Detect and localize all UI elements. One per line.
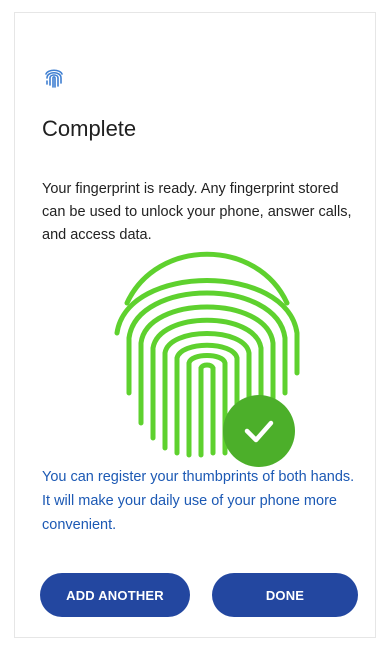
checkmark-icon <box>244 420 274 443</box>
done-button[interactable]: DONE <box>212 573 358 617</box>
add-another-button[interactable]: ADD ANOTHER <box>40 573 190 617</box>
thumbprint-hint: You can register your thumbprints of bot… <box>42 469 355 533</box>
enrollment-complete-screen: Complete Your fingerprint is ready. Any … <box>14 12 376 638</box>
success-check-badge <box>223 395 295 467</box>
fingerprint-icon <box>45 69 63 88</box>
completion-description: Your fingerprint is ready. Any fingerpri… <box>42 181 352 243</box>
page-title: Complete <box>42 116 137 141</box>
